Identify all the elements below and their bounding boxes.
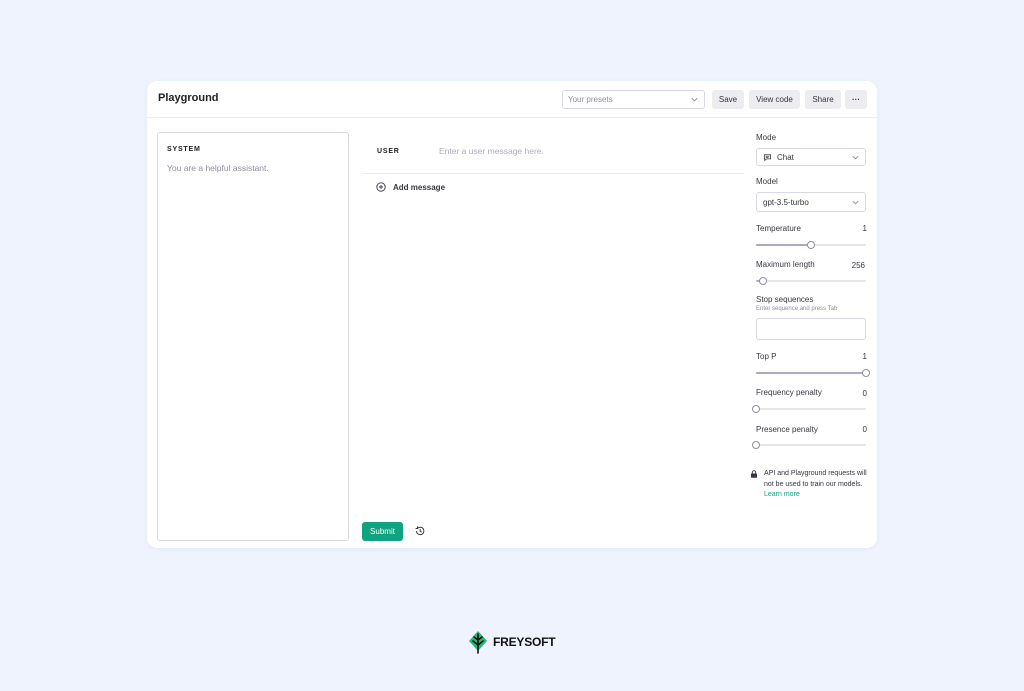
settings-sidebar: Mode Chat Model gpt-3.5-turbo Temperatur… (751, 81, 871, 548)
presets-select[interactable]: Your presets (562, 90, 705, 109)
system-label: SYSTEM (167, 146, 201, 153)
chevron-down-icon (691, 97, 698, 102)
user-role-label[interactable]: USER (377, 148, 400, 155)
model-select[interactable]: gpt-3.5-turbo (756, 192, 866, 212)
frequency-penalty-value[interactable]: 0 (863, 389, 867, 398)
mode-value: Chat (777, 152, 794, 162)
plus-circle-icon (376, 182, 386, 192)
top-p-slider-thumb[interactable] (862, 369, 870, 377)
frequency-penalty-slider-thumb[interactable] (752, 405, 760, 413)
maximum-length-slider-thumb[interactable] (758, 277, 767, 285)
frequency-penalty-slider[interactable] (752, 405, 866, 413)
history-icon[interactable] (414, 525, 426, 537)
presence-penalty-slider[interactable] (752, 441, 866, 449)
temperature-slider-thumb[interactable] (807, 241, 815, 249)
presets-placeholder: Your presets (568, 95, 613, 104)
top-p-label: Top P (756, 352, 777, 361)
stop-sequences-input[interactable] (756, 318, 866, 340)
frequency-penalty-label: Frequency penalty (756, 388, 822, 397)
presence-penalty-label: Presence penalty (756, 425, 818, 434)
stop-sequences-hint: Enter sequence and press Tab (756, 306, 838, 312)
system-panel[interactable]: SYSTEM You are a helpful assistant. (157, 132, 349, 541)
chat-bubble-icon (763, 153, 772, 161)
lock-icon (751, 470, 757, 478)
user-message-row: USER Enter a user message here. (362, 132, 744, 174)
temperature-label: Temperature (756, 224, 801, 233)
top-p-value[interactable]: 1 (863, 352, 867, 361)
temperature-slider[interactable] (756, 241, 866, 249)
system-input[interactable]: You are a helpful assistant. (167, 163, 269, 173)
playground-card: Playground Your presets Save View code S… (147, 81, 877, 548)
temperature-slider-fill (756, 244, 811, 246)
brand-logo: FREYSOFT (467, 630, 556, 654)
model-value: gpt-3.5-turbo (763, 197, 809, 207)
learn-more-link[interactable]: Learn more (764, 491, 800, 498)
privacy-notice-text: API and Playground requests will not be … (764, 470, 867, 488)
presence-penalty-value[interactable]: 0 (863, 425, 867, 434)
submit-button[interactable]: Submit (362, 522, 403, 541)
top-p-slider[interactable] (756, 369, 870, 377)
chevron-down-icon (852, 200, 859, 205)
stop-sequences-label: Stop sequences (756, 295, 814, 304)
chevron-down-icon (852, 155, 859, 160)
maximum-length-label: Maximum length (756, 260, 815, 269)
mode-select[interactable]: Chat (756, 148, 866, 166)
maximum-length-value[interactable]: 256 (852, 261, 865, 270)
mode-label: Mode (756, 133, 777, 142)
temperature-value[interactable]: 1 (863, 224, 867, 233)
presence-penalty-slider-thumb[interactable] (752, 441, 760, 449)
brand-name: FREYSOFT (493, 635, 556, 649)
privacy-notice: API and Playground requests will not be … (751, 469, 871, 501)
tree-logo-icon (469, 631, 487, 654)
user-message-input[interactable]: Enter a user message here. (439, 146, 544, 156)
model-label: Model (756, 177, 778, 186)
save-button[interactable]: Save (712, 90, 744, 109)
top-p-slider-fill (756, 372, 866, 374)
page-title: Playground (158, 92, 219, 104)
add-message-label: Add message (393, 182, 446, 192)
maximum-length-slider[interactable] (756, 277, 866, 285)
add-message-button[interactable]: Add message (376, 182, 445, 192)
